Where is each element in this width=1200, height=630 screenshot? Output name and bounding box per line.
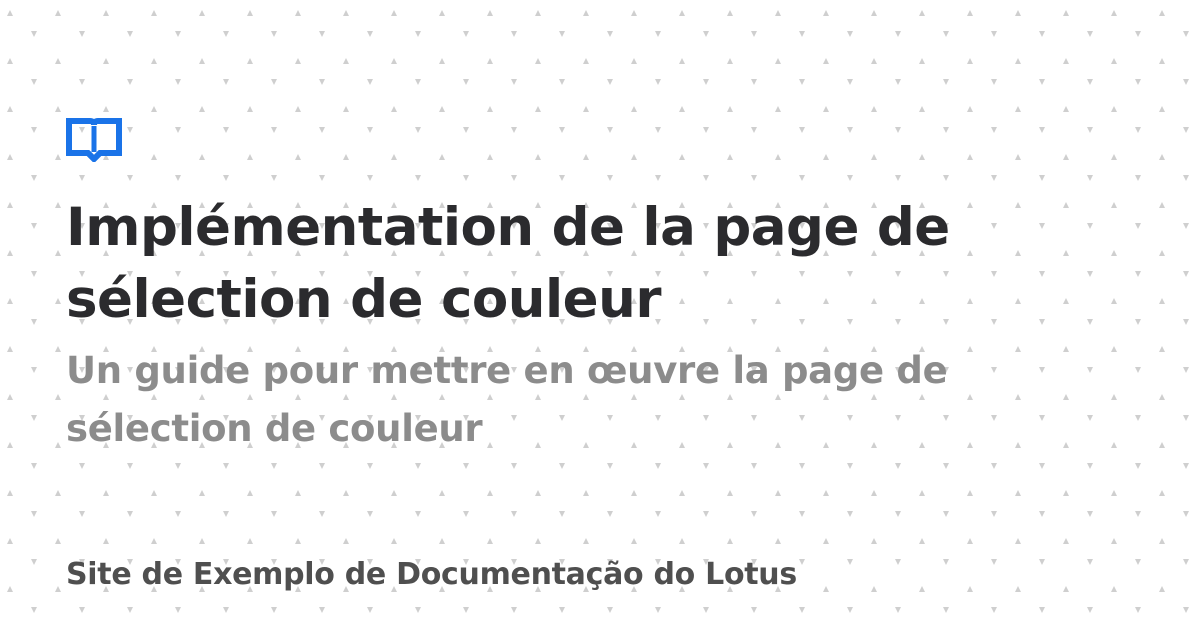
book-icon xyxy=(66,118,122,162)
page-subtitle: Un guide pour mettre en œuvre la page de… xyxy=(66,349,948,450)
og-card: Implémentation de la page de sélection d… xyxy=(66,118,1066,458)
page-title: Implémentation de la page de sélection d… xyxy=(66,197,950,330)
site-name: Site de Exemplo de Documentação do Lotus xyxy=(66,557,797,592)
